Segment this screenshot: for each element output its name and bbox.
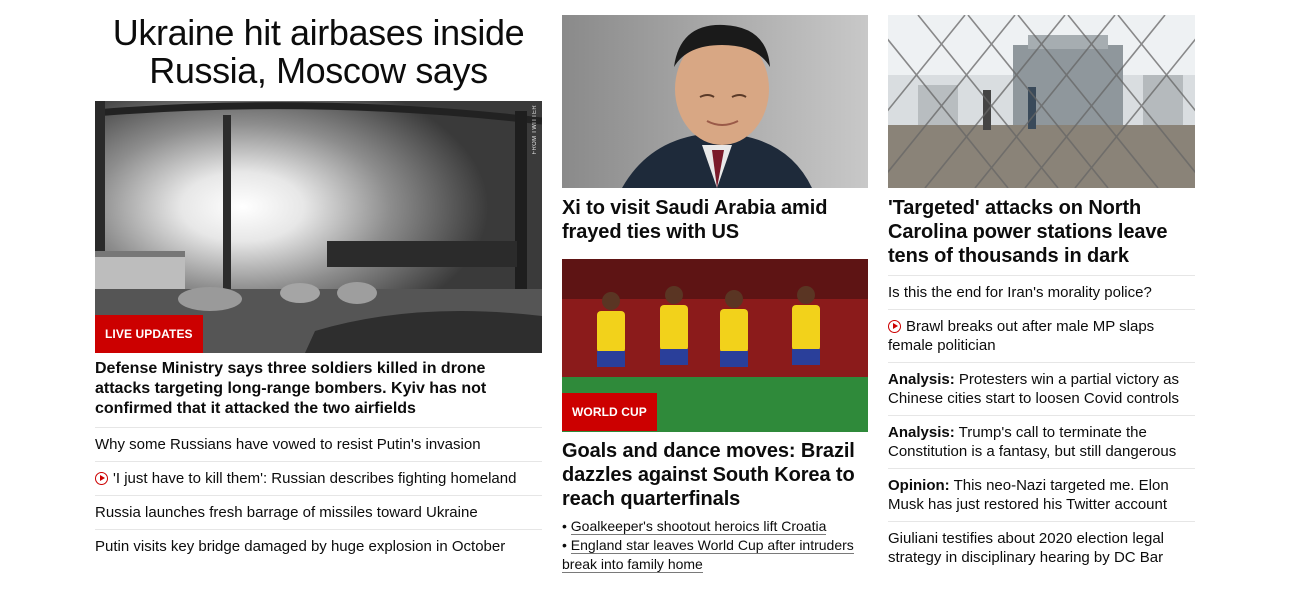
list-item-text[interactable]: 'I just have to kill them': Russian desc… bbox=[113, 470, 516, 487]
list-item[interactable]: • Goalkeeper's shootout heroics lift Cro… bbox=[562, 517, 868, 536]
lead-image[interactable]: FROM TWITTER LIVE UPDATES bbox=[95, 101, 542, 353]
list-item[interactable]: Analysis: Trump's call to terminate the … bbox=[888, 415, 1195, 468]
list-item[interactable]: Brawl breaks out after male MP slaps fem… bbox=[888, 309, 1195, 362]
live-updates-badge[interactable]: LIVE UPDATES bbox=[95, 315, 203, 353]
power-station-image[interactable] bbox=[888, 15, 1195, 188]
list-item[interactable]: Opinion: This neo-Nazi targeted me. Elon… bbox=[888, 468, 1195, 521]
lead-related-list: Why some Russians have vowed to resist P… bbox=[95, 427, 542, 563]
list-item[interactable]: Putin visits key bridge damaged by huge … bbox=[95, 529, 542, 563]
related-link[interactable]: Goalkeeper's shootout heroics lift Croat… bbox=[570, 518, 827, 535]
list-item-text[interactable]: Why some Russians have vowed to resist P… bbox=[95, 436, 481, 453]
xi-image[interactable] bbox=[562, 15, 868, 188]
substation-photo-illustration bbox=[888, 15, 1195, 188]
right-story-list: Is this the end for Iran's morality poli… bbox=[888, 275, 1195, 574]
power-station-headline[interactable]: 'Targeted' attacks on North Carolina pow… bbox=[888, 196, 1195, 268]
item-label: Analysis: bbox=[888, 424, 955, 441]
play-icon bbox=[888, 320, 901, 333]
item-label: Opinion: bbox=[888, 477, 950, 494]
related-link[interactable]: England star leaves World Cup after intr… bbox=[562, 537, 854, 573]
list-item-text[interactable]: Is this the end for Iran's morality poli… bbox=[888, 284, 1152, 301]
brazil-image[interactable]: WORLD CUP bbox=[562, 259, 868, 432]
xi-headline[interactable]: Xi to visit Saudi Arabia amid frayed tie… bbox=[562, 196, 868, 244]
world-cup-badge[interactable]: WORLD CUP bbox=[562, 393, 657, 431]
portrait-photo-illustration bbox=[562, 15, 868, 188]
middle-column: Xi to visit Saudi Arabia amid frayed tie… bbox=[562, 0, 868, 574]
play-icon bbox=[95, 472, 108, 485]
image-credit: FROM TWITTER bbox=[532, 105, 538, 155]
lead-headline[interactable]: Ukraine hit airbases inside Russia, Mosc… bbox=[95, 14, 542, 90]
item-label: Analysis: bbox=[888, 371, 955, 388]
list-item-text[interactable]: Putin visits key bridge damaged by huge … bbox=[95, 538, 505, 555]
list-item[interactable]: Is this the end for Iran's morality poli… bbox=[888, 275, 1195, 309]
brazil-headline[interactable]: Goals and dance moves: Brazil dazzles ag… bbox=[562, 439, 868, 511]
list-item[interactable]: Giuliani testifies about 2020 election l… bbox=[888, 521, 1195, 574]
lead-story-column: Ukraine hit airbases inside Russia, Mosc… bbox=[95, 0, 542, 563]
brazil-related-links: • Goalkeeper's shootout heroics lift Cro… bbox=[562, 517, 868, 574]
list-item-text[interactable]: Giuliani testifies about 2020 election l… bbox=[888, 530, 1164, 566]
right-column: 'Targeted' attacks on North Carolina pow… bbox=[888, 0, 1195, 574]
list-item[interactable]: Why some Russians have vowed to resist P… bbox=[95, 427, 542, 461]
list-item[interactable]: 'I just have to kill them': Russian desc… bbox=[95, 461, 542, 495]
list-item[interactable]: Analysis: Protesters win a partial victo… bbox=[888, 362, 1195, 415]
list-item-text[interactable]: Russia launches fresh barrage of missile… bbox=[95, 504, 478, 521]
list-item[interactable]: Russia launches fresh barrage of missile… bbox=[95, 495, 542, 529]
list-item-text[interactable]: Brawl breaks out after male MP slaps fem… bbox=[888, 318, 1154, 354]
list-item[interactable]: • England star leaves World Cup after in… bbox=[562, 536, 868, 574]
lead-description[interactable]: Defense Ministry says three soldiers kil… bbox=[95, 359, 542, 419]
